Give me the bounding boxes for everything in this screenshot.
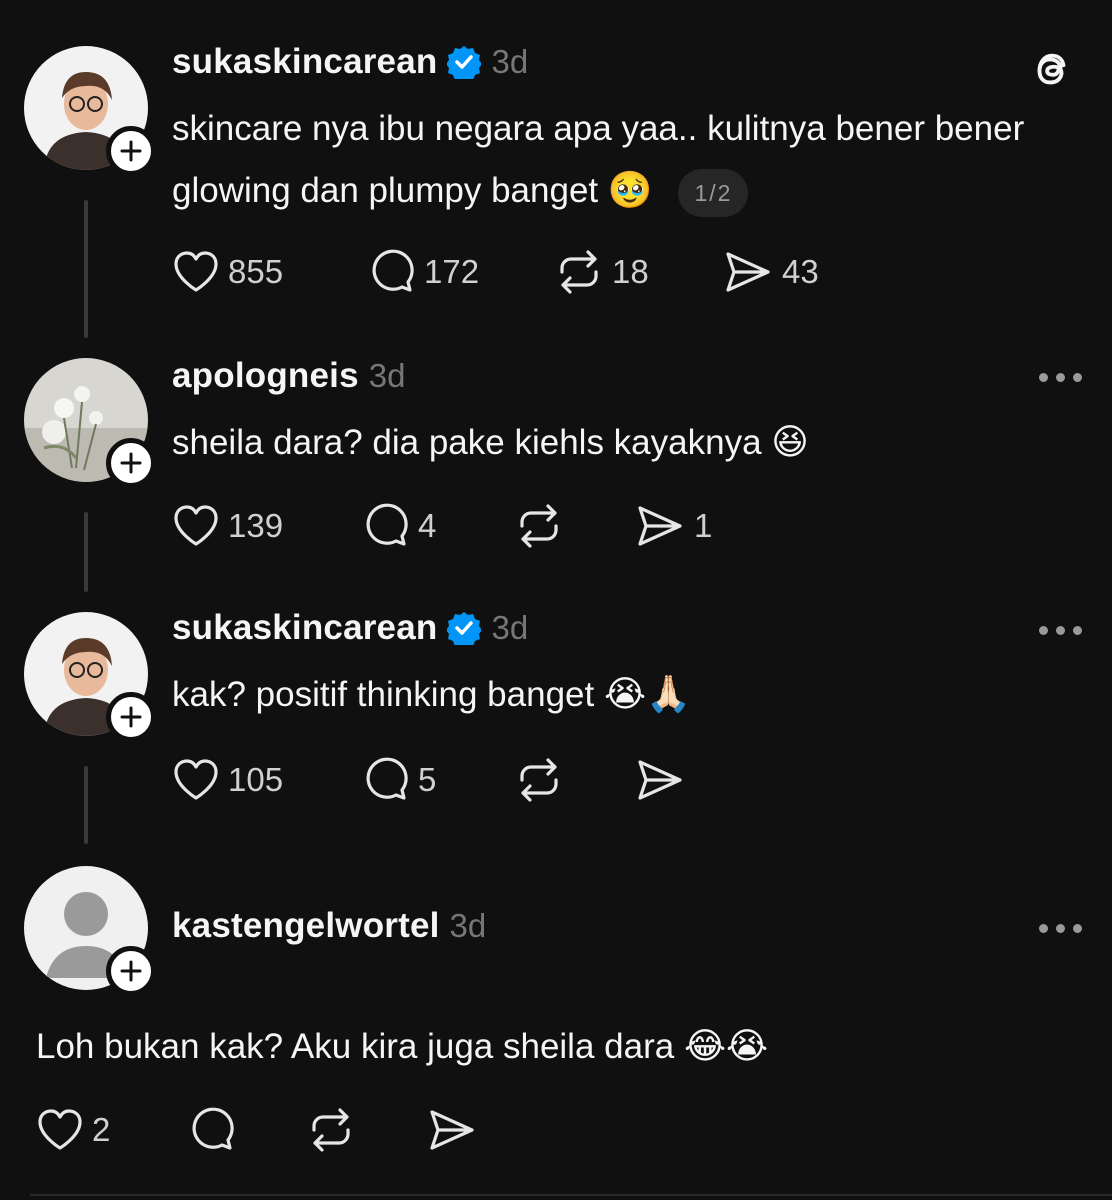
send-icon	[726, 252, 770, 292]
thread-connector	[84, 200, 88, 338]
follow-button[interactable]	[106, 438, 156, 488]
post-header: apologneis 3d	[172, 354, 405, 398]
post-header: sukaskincarean 3d	[172, 606, 528, 650]
share-count: 1	[694, 507, 713, 544]
plus-icon	[120, 706, 142, 728]
follow-button[interactable]	[106, 692, 156, 742]
post-time: 3d	[491, 43, 529, 80]
like-button[interactable]: 105	[172, 754, 283, 806]
post-text: skincare nya ibu negara apa yaa.. kulitn…	[172, 98, 1052, 222]
repost-icon	[560, 250, 598, 294]
post-body: Loh bukan kak? Aku kira juga sheila dara	[36, 1027, 675, 1066]
comment-icon	[192, 1107, 234, 1150]
like-count: 139	[228, 507, 284, 544]
verified-badge-icon	[447, 46, 482, 79]
repost-icon	[520, 758, 558, 802]
repost-icon	[312, 1108, 350, 1152]
post-header: sukaskincarean 3d	[172, 40, 528, 84]
plus-icon	[120, 452, 142, 474]
reply-button[interactable]: 172	[368, 246, 479, 298]
like-count: 2	[92, 1111, 111, 1148]
verified-badge-icon	[447, 612, 482, 645]
plus-icon	[120, 960, 142, 982]
share-button[interactable]	[426, 1104, 478, 1156]
heart-icon	[38, 1109, 82, 1150]
more-options-icon[interactable]	[1039, 924, 1082, 933]
username[interactable]: apologneis	[172, 356, 359, 396]
like-button[interactable]: 2	[36, 1104, 110, 1156]
reply-button[interactable]: 4	[362, 500, 436, 552]
repost-button[interactable]	[514, 754, 564, 806]
page-indicator[interactable]: 1/2	[678, 168, 749, 217]
send-icon	[638, 506, 682, 546]
username[interactable]: kastengelwortel	[172, 906, 440, 946]
post-text: Loh bukan kak? Aku kira juga sheila dara…	[36, 1016, 1076, 1078]
send-icon	[638, 760, 682, 800]
post-emoji: 😆	[771, 422, 809, 463]
send-icon	[430, 1110, 474, 1150]
avatar[interactable]	[24, 866, 156, 996]
thread-connector	[84, 512, 88, 592]
plus-icon	[120, 140, 142, 162]
like-count: 105	[228, 761, 284, 798]
avatar[interactable]	[24, 46, 156, 176]
username[interactable]: sukaskincarean	[172, 42, 437, 82]
post-emoji: 😭🙏🏻	[603, 674, 691, 715]
post-emoji: 😂😭	[683, 1026, 769, 1067]
share-button[interactable]	[634, 754, 686, 806]
threads-logo-icon[interactable]	[1028, 46, 1074, 94]
reply-button[interactable]	[188, 1104, 236, 1156]
post-body: kak? positif thinking banget	[172, 675, 595, 714]
comment-icon	[366, 757, 408, 800]
comment-icon	[366, 503, 408, 546]
repost-button[interactable]	[514, 500, 564, 552]
post-text: sheila dara? dia pake kiehls kayaknya 😆	[172, 412, 1052, 474]
share-count: 43	[782, 253, 819, 290]
repost-button[interactable]: 18	[554, 246, 649, 298]
post-text: kak? positif thinking banget 😭🙏🏻	[172, 664, 1052, 726]
like-count: 855	[228, 253, 284, 290]
share-button[interactable]: 43	[722, 246, 819, 298]
follow-button[interactable]	[106, 946, 156, 996]
like-button[interactable]: 855	[172, 246, 283, 298]
like-button[interactable]: 139	[172, 500, 283, 552]
reply-button[interactable]: 5	[362, 754, 436, 806]
post-header: kastengelwortel 3d	[172, 904, 486, 948]
heart-icon	[174, 759, 218, 800]
post-body: sheila dara? dia pake kiehls kayaknya	[172, 423, 762, 462]
avatar[interactable]	[24, 358, 156, 488]
more-options-icon[interactable]	[1039, 373, 1082, 382]
divider	[30, 1194, 1112, 1196]
repost-icon	[520, 504, 558, 548]
reply-count: 5	[418, 761, 437, 798]
username[interactable]: sukaskincarean	[172, 608, 437, 648]
reply-count: 172	[424, 253, 480, 290]
share-button[interactable]: 1	[634, 500, 712, 552]
follow-button[interactable]	[106, 126, 156, 176]
heart-icon	[174, 505, 218, 546]
reply-count: 4	[418, 507, 437, 544]
post-time: 3d	[491, 609, 529, 646]
post-body: skincare nya ibu negara apa yaa.. kulitn…	[172, 109, 1025, 210]
more-options-icon[interactable]	[1039, 626, 1082, 635]
post-emoji: 🥹	[607, 170, 653, 211]
post-time: 3d	[368, 357, 406, 394]
repost-button[interactable]	[306, 1104, 356, 1156]
heart-icon	[174, 251, 218, 292]
thread-connector	[84, 766, 88, 844]
comment-icon	[372, 249, 414, 292]
repost-count: 18	[612, 253, 649, 290]
avatar[interactable]	[24, 612, 156, 742]
post-time: 3d	[449, 907, 487, 944]
